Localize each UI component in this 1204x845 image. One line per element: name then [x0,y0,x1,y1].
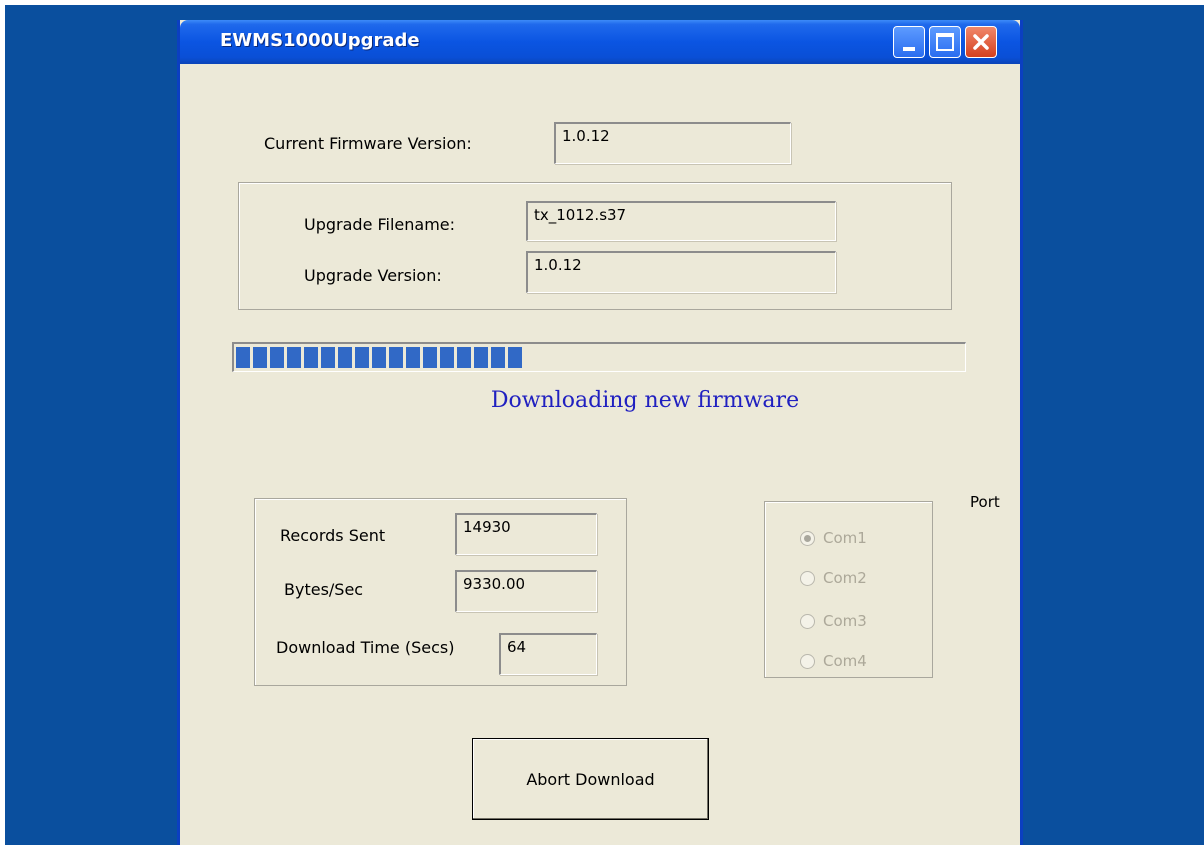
maximize-icon [936,33,954,51]
port-option-com3[interactable]: Com3 [800,612,867,630]
port-option-com1[interactable]: Com1 [800,529,867,547]
upgrade-version-label: Upgrade Version: [304,266,442,285]
download-time-field[interactable]: 64 [499,633,597,675]
port-option-com2[interactable]: Com2 [800,569,867,587]
close-icon [973,34,989,50]
upgrade-filename-field[interactable]: tx_1012.s37 [526,201,836,241]
window-title: EWMS1000Upgrade [220,30,420,51]
port-option-label: Com3 [823,612,867,630]
records-sent-label: Records Sent [280,526,386,545]
status-message: Downloading new firmware [490,388,800,413]
radio-checked-icon [800,530,815,546]
port-legend: Port [968,493,1002,511]
close-button[interactable] [965,26,997,58]
upgrade-window: EWMS1000Upgrade Current Firmware Version… [177,20,1023,845]
current-firmware-label: Current Firmware Version: [264,134,472,153]
upgrade-filename-label: Upgrade Filename: [304,215,456,234]
bytes-per-sec-label: Bytes/Sec [284,580,364,599]
upgrade-version-field[interactable]: 1.0.12 [526,251,836,293]
bytes-per-sec-field[interactable]: 9330.00 [455,570,597,612]
port-option-label: Com1 [823,529,867,547]
minimize-icon [903,47,915,51]
records-sent-field[interactable]: 14930 [455,513,597,555]
current-firmware-field[interactable]: 1.0.12 [554,122,791,164]
minimize-button[interactable] [893,26,925,58]
radio-unchecked-icon [800,570,815,586]
port-option-label: Com2 [823,569,867,587]
maximize-button[interactable] [929,26,961,58]
abort-download-button[interactable]: Abort Download [472,738,709,820]
title-bar[interactable]: EWMS1000Upgrade [180,20,1020,64]
download-time-label: Download Time (Secs) [276,638,455,657]
progress-fill [236,347,522,368]
radio-unchecked-icon [800,613,815,629]
port-option-com4[interactable]: Com4 [800,652,867,670]
download-progress-bar [232,342,966,372]
port-option-label: Com4 [823,652,867,670]
radio-unchecked-icon [800,653,815,669]
